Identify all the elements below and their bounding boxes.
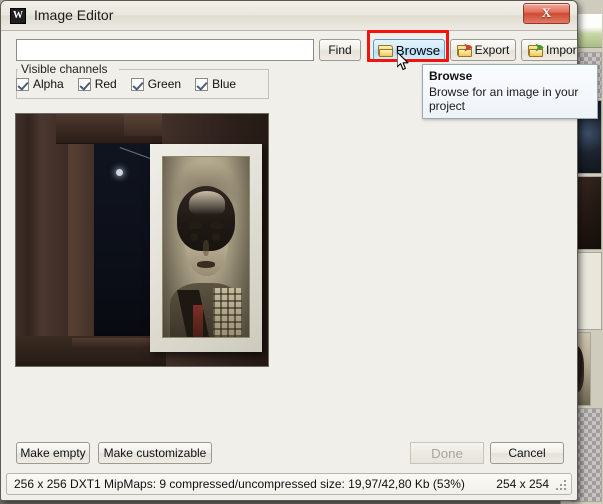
status-info: 256 x 256 DXT1 MipMaps: 9 compressed/unc… xyxy=(14,477,465,491)
folder-import-icon: ➤ xyxy=(527,42,544,57)
channel-label-alpha: Alpha xyxy=(33,77,64,91)
browse-tooltip: Browse Browse for an image in your proje… xyxy=(422,64,598,119)
visible-channels-label: Visible channels xyxy=(18,62,111,76)
screen: ............ ........ ...... ....... W I… xyxy=(0,0,603,504)
checkbox-icon-blue[interactable] xyxy=(195,77,209,91)
browse-button-label: Browse xyxy=(395,42,441,58)
folder-export-icon: ➤ xyxy=(456,42,473,57)
channel-checkbox-blue[interactable]: Blue xyxy=(195,77,236,91)
preview-portrait xyxy=(162,156,250,338)
folder-open-icon xyxy=(377,44,393,57)
window-title: Image Editor xyxy=(34,7,114,23)
search-input[interactable] xyxy=(16,39,314,61)
channel-checkbox-red[interactable]: Red xyxy=(77,77,117,91)
import-button-label: Import xyxy=(545,43,578,57)
browse-button[interactable]: Browse xyxy=(373,39,445,61)
export-button-label: Export xyxy=(474,43,510,57)
find-button[interactable]: Find xyxy=(319,39,361,61)
status-dimensions: 254 x 254 xyxy=(496,477,549,491)
toolbar: Find Browse ➤ Export ➤ Import xyxy=(1,35,577,65)
checkbox-icon-green[interactable] xyxy=(130,77,144,91)
checkbox-icon-alpha[interactable] xyxy=(16,77,29,91)
close-icon: X xyxy=(541,5,552,20)
done-button: Done xyxy=(410,442,484,464)
close-button[interactable]: X xyxy=(523,3,570,24)
channel-checkbox-row: Alpha Red Green Blue xyxy=(16,77,250,91)
channel-label-red: Red xyxy=(94,77,117,91)
tooltip-title: Browse xyxy=(429,69,473,83)
channel-label-blue: Blue xyxy=(212,77,237,91)
image-preview[interactable] xyxy=(15,113,269,367)
make-empty-button[interactable]: Make empty xyxy=(16,442,90,464)
tooltip-body: Browse for an image in your project xyxy=(429,85,579,113)
group-border-right xyxy=(119,69,269,70)
channel-label-green: Green xyxy=(147,77,182,91)
preview-hanging-light xyxy=(116,169,123,176)
preview-picture-frame xyxy=(150,144,262,352)
export-button[interactable]: ➤ Export xyxy=(450,39,516,61)
channel-checkbox-alpha[interactable]: Alpha xyxy=(16,77,64,91)
title-bar[interactable]: W Image Editor X xyxy=(1,1,577,31)
make-customizable-button[interactable]: Make customizable xyxy=(98,442,212,464)
app-icon: W xyxy=(10,8,26,24)
checkbox-icon-red[interactable] xyxy=(77,77,91,91)
import-button[interactable]: ➤ Import xyxy=(521,39,578,61)
resize-grip-icon[interactable] xyxy=(556,480,567,491)
channel-checkbox-green[interactable]: Green xyxy=(130,77,182,91)
cancel-button[interactable]: Cancel xyxy=(490,442,564,464)
status-bar: 256 x 256 DXT1 MipMaps: 9 compressed/unc… xyxy=(6,473,572,495)
